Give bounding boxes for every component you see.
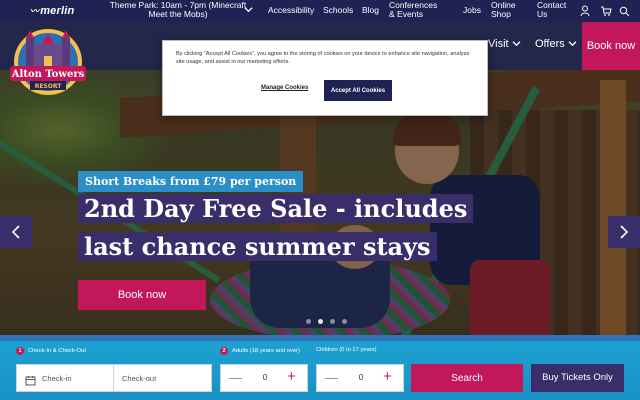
accessibility-link[interactable]: Accessibility [268,6,314,15]
manage-cookies-link[interactable]: Manage Cookies [261,85,308,91]
schools-link[interactable]: Schools [323,6,353,15]
chevron-down-icon [568,41,577,47]
hero-headline-text: 2nd Day Free Sale - includes last chance… [78,194,474,261]
nav-visit[interactable]: Visit [488,38,521,50]
alton-towers-logo[interactable]: Alton Towers RESORT [8,26,88,98]
calendar-icon [25,373,36,386]
chevron-left-icon [11,225,20,239]
dates-label-text: Check-In & Check-Out [28,348,86,354]
children-count: 0 [358,373,364,382]
search-button[interactable]: Search [411,364,523,392]
conferences-link[interactable]: Conferences & Events [389,1,445,19]
blog-link[interactable]: Blog [362,6,379,15]
dates-label: 1 Check-In & Check-Out [16,347,86,355]
carousel-dots [306,319,347,324]
checkout-field[interactable]: Check-out [113,364,212,392]
nav-offers-label: Offers [535,38,565,50]
adults-increment-button[interactable]: + [287,368,296,385]
carousel-dot[interactable] [330,319,335,324]
adults-decrement-button[interactable]: — [229,370,242,385]
cart-icon[interactable] [600,4,612,16]
checkin-placeholder: Check-in [42,374,72,383]
carousel-dot[interactable] [342,319,347,324]
step-badge: 1 [16,347,24,355]
contact-link[interactable]: Contact Us [537,1,573,19]
accept-all-cookies-button[interactable]: Accept All Cookies [324,80,392,101]
utility-bar: merlin Theme Park: 10am - 7pm (Minecraft… [0,0,640,22]
book-now-nav-button[interactable]: Book now [582,22,640,70]
cookie-consent-dialog: By clicking “Accept All Cookies”, you ag… [162,40,488,116]
adults-label-text: Adults (18 years and over) [232,348,300,354]
children-label: Children (0 to 17 years) [316,347,377,353]
logo-wordmark: Alton Towers [11,69,85,80]
jobs-link[interactable]: Jobs [463,6,481,15]
opening-hours-link[interactable]: Theme Park: 10am - 7pm (Minecraft Meet t… [104,1,252,19]
step-badge: 2 [220,347,228,355]
adults-stepper: — 0 + [220,364,308,392]
hero-book-now-button[interactable]: Book now [78,280,206,310]
nav-visit-label: Visit [488,38,509,50]
carousel-next-button[interactable] [608,216,640,248]
children-stepper: — 0 + [316,364,404,392]
user-icon[interactable] [580,4,592,17]
merlin-logo[interactable]: merlin [30,4,74,17]
checkin-field[interactable]: Check-in [16,364,114,392]
children-decrement-button[interactable]: — [325,370,338,385]
carousel-dot[interactable] [306,319,311,324]
online-shop-link[interactable]: Online Shop [491,1,525,19]
nav-offers[interactable]: Offers [535,38,577,50]
chevron-down-icon [512,41,521,47]
checkout-placeholder: Check-out [122,374,157,383]
chevron-down-icon[interactable] [244,5,253,16]
carousel-prev-button[interactable] [0,216,32,248]
buy-tickets-only-button[interactable]: Buy Tickets Only [531,364,624,392]
search-icon[interactable] [619,4,631,17]
hero-headline: 2nd Day Free Sale - includes last chance… [78,190,478,266]
adults-count: 0 [262,373,268,382]
adults-label: 2 Adults (18 years and over) [220,347,300,355]
cookie-message: By clicking “Accept All Cookies”, you ag… [176,51,470,65]
logo-subtitle: RESORT [35,83,62,90]
hero-tagline: Short Breaks from £79 per person [78,171,304,192]
chevron-right-icon [620,225,629,239]
children-label-text: Children (0 to 17 years) [316,347,377,353]
carousel-dot[interactable] [318,319,323,324]
children-increment-button[interactable]: + [383,368,392,385]
